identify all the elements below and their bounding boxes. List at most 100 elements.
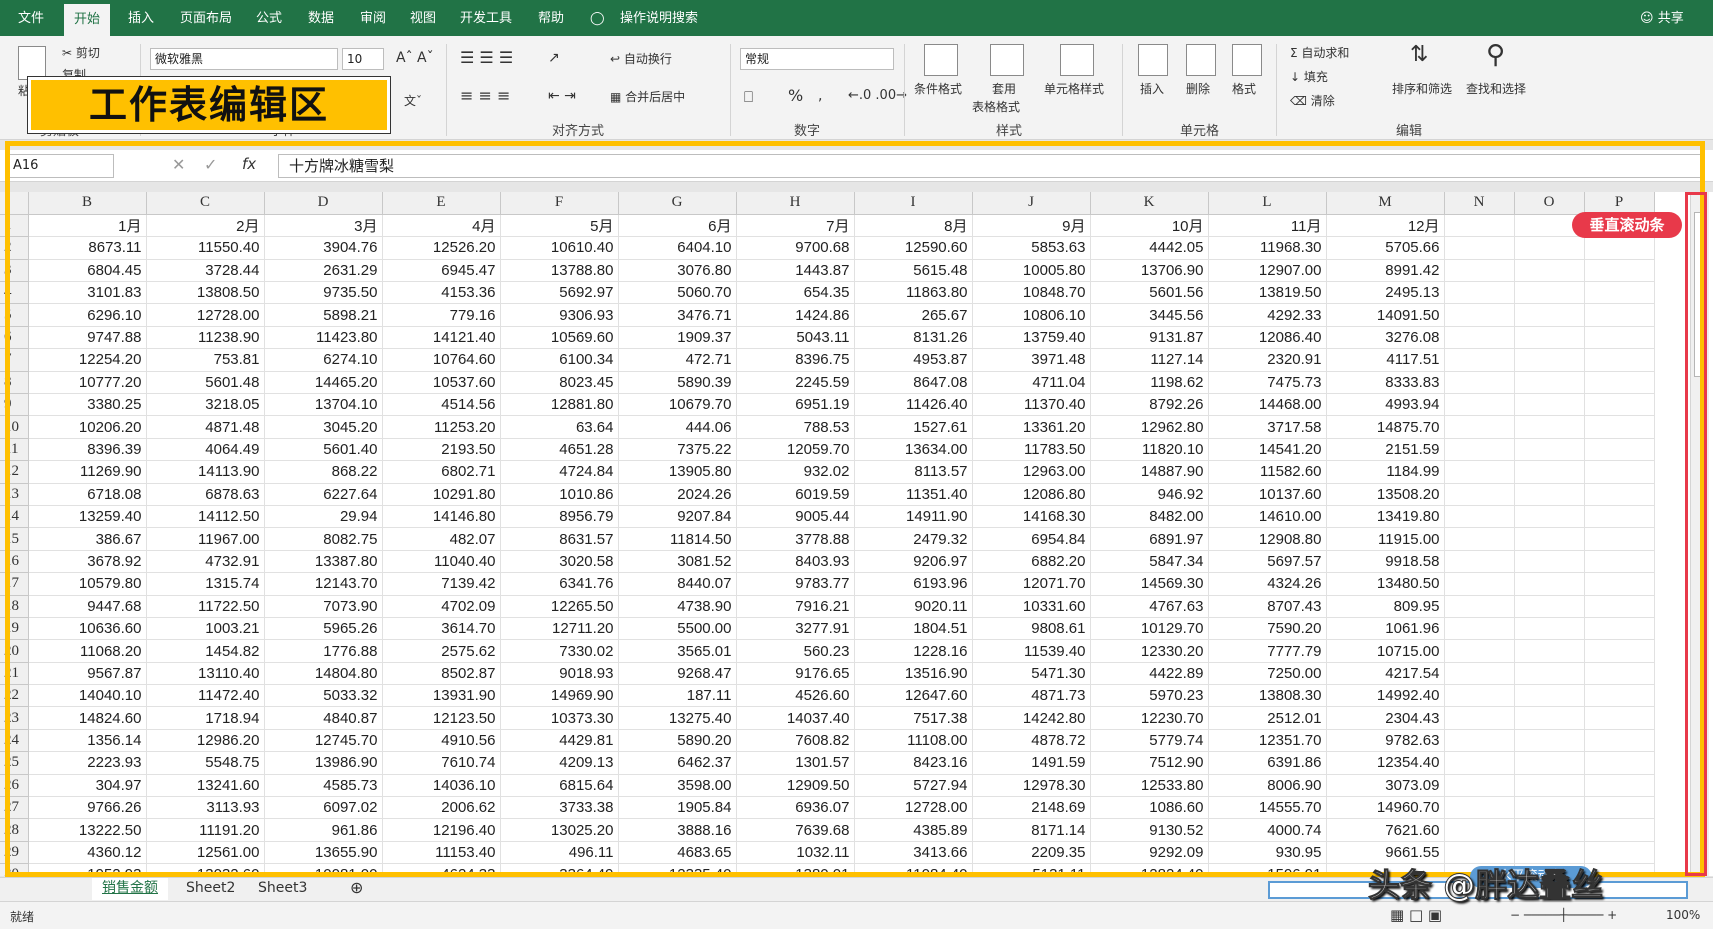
cell[interactable]: 10137.60 — [1208, 483, 1327, 506]
cell[interactable]: 8月 — [854, 214, 973, 238]
cell[interactable] — [1584, 662, 1655, 686]
row-header[interactable]: 3 — [0, 259, 29, 283]
column-header[interactable]: G — [618, 192, 737, 215]
cell[interactable]: 11783.50 — [972, 438, 1091, 462]
cell[interactable]: 1596.91 — [1208, 863, 1327, 876]
cell[interactable]: 3445.56 — [1090, 303, 1209, 327]
tab-home[interactable]: 开始 — [64, 4, 111, 36]
cell[interactable]: 11968.30 — [1208, 236, 1327, 260]
cell[interactable] — [1514, 595, 1585, 618]
row-header[interactable]: 25 — [0, 751, 29, 775]
cell[interactable]: 1003.21 — [146, 617, 265, 641]
cell[interactable]: 4385.89 — [854, 818, 973, 842]
zoom-slider[interactable]: − ─────┼───── + — [1510, 908, 1617, 922]
cell[interactable]: 14168.30 — [972, 505, 1091, 529]
cell[interactable]: 13516.90 — [854, 662, 973, 686]
cell[interactable]: 8023.45 — [500, 371, 619, 395]
cell[interactable] — [1514, 415, 1585, 439]
cell[interactable]: 8396.39 — [28, 438, 147, 462]
cell[interactable]: 8333.83 — [1326, 371, 1445, 395]
cell[interactable]: 3113.93 — [146, 796, 265, 820]
cell[interactable]: 4153.36 — [382, 281, 501, 305]
cell[interactable]: 13508.20 — [1326, 483, 1445, 506]
cell[interactable]: 12963.00 — [972, 460, 1091, 484]
cell[interactable] — [1444, 326, 1515, 350]
cell[interactable]: 2006.62 — [382, 796, 501, 820]
cell[interactable]: 12711.20 — [500, 617, 619, 641]
cell[interactable]: 1804.51 — [854, 617, 973, 641]
cell[interactable]: 8991.42 — [1326, 259, 1445, 283]
cell[interactable]: 6227.64 — [264, 483, 383, 506]
cell[interactable] — [1444, 662, 1515, 686]
cell[interactable] — [1514, 393, 1585, 417]
cell[interactable]: 7621.60 — [1326, 818, 1445, 842]
cell[interactable]: 13819.50 — [1208, 281, 1327, 305]
cell[interactable]: 5月 — [500, 214, 619, 238]
cell[interactable]: 5060.70 — [618, 281, 737, 305]
decimal-icon[interactable]: ←.0 .00→ — [848, 88, 907, 103]
column-header[interactable]: L — [1208, 192, 1327, 215]
tab-page-layout[interactable]: 页面布局 — [180, 0, 232, 36]
cell[interactable] — [1444, 729, 1515, 753]
cell[interactable]: 5970.23 — [1090, 684, 1209, 708]
cell[interactable]: 3276.08 — [1326, 326, 1445, 350]
cell[interactable]: 6718.08 — [28, 483, 147, 506]
cell[interactable]: 5131.11 — [972, 863, 1091, 876]
cell[interactable]: 4292.33 — [1208, 303, 1327, 327]
cell[interactable]: 10291.80 — [382, 483, 501, 506]
cell[interactable]: 13419.80 — [1326, 505, 1445, 529]
cell[interactable]: 10777.20 — [28, 371, 147, 395]
cell[interactable]: 14036.10 — [382, 774, 501, 798]
cell[interactable]: 13759.40 — [972, 326, 1091, 350]
cell[interactable]: 4683.65 — [618, 841, 737, 865]
cell[interactable]: 12824.40 — [1090, 863, 1209, 876]
vertical-scrollbar[interactable] — [1690, 192, 1709, 876]
cell[interactable] — [1584, 348, 1655, 372]
cell[interactable]: 5471.30 — [972, 662, 1091, 686]
cell[interactable]: 4910.56 — [382, 729, 501, 753]
cell[interactable]: 9130.52 — [1090, 818, 1209, 842]
cell[interactable]: 8131.26 — [854, 326, 973, 350]
cell[interactable]: 386.67 — [28, 527, 147, 551]
cell[interactable]: 9700.68 — [736, 236, 855, 260]
cell[interactable]: 444.06 — [618, 415, 737, 439]
cell[interactable]: 7073.90 — [264, 595, 383, 618]
cell[interactable]: 8403.93 — [736, 550, 855, 574]
cell[interactable]: 6802.71 — [382, 460, 501, 484]
cell[interactable]: 8792.26 — [1090, 393, 1209, 417]
cell[interactable]: 9268.47 — [618, 662, 737, 686]
font-name-dropdown[interactable]: 微软雅黑 — [150, 48, 338, 70]
cell[interactable]: 5890.39 — [618, 371, 737, 395]
cell[interactable]: 10081.00 — [264, 863, 383, 876]
cell[interactable]: 8423.16 — [854, 751, 973, 775]
cell[interactable]: 2495.13 — [1326, 281, 1445, 305]
cell[interactable]: 10764.60 — [382, 348, 501, 372]
row-header[interactable]: 9 — [0, 393, 29, 417]
cell[interactable]: 2024.26 — [618, 483, 737, 506]
cell[interactable]: 10579.80 — [28, 572, 147, 596]
cell[interactable]: 3101.83 — [28, 281, 147, 305]
cut-button[interactable]: ✂ 剪切 — [62, 44, 100, 61]
cell[interactable]: 6097.02 — [264, 796, 383, 820]
cell[interactable]: 12071.70 — [972, 572, 1091, 596]
cell[interactable]: 3020.58 — [500, 550, 619, 574]
cell[interactable]: 187.11 — [618, 684, 737, 708]
cell[interactable]: 2575.62 — [382, 639, 501, 663]
cell[interactable]: 3717.58 — [1208, 415, 1327, 439]
cell[interactable]: 11153.40 — [382, 841, 501, 865]
cell[interactable]: 12086.80 — [972, 483, 1091, 506]
cell[interactable]: 14113.90 — [146, 460, 265, 484]
clear-button[interactable]: ⌫ 清除 — [1290, 92, 1335, 109]
column-header[interactable]: F — [500, 192, 619, 215]
cell[interactable]: 9176.65 — [736, 662, 855, 686]
cell[interactable]: 9005.44 — [736, 505, 855, 529]
cell[interactable] — [1584, 706, 1655, 730]
cell[interactable]: 1443.87 — [736, 259, 855, 283]
cell[interactable]: 12330.20 — [1090, 639, 1209, 663]
cell[interactable]: 1424.86 — [736, 303, 855, 327]
cell[interactable]: 13986.90 — [264, 751, 383, 775]
cell[interactable] — [1444, 415, 1515, 439]
row-header[interactable]: 5 — [0, 303, 29, 327]
cell[interactable]: 3045.20 — [264, 415, 383, 439]
cell[interactable]: 3081.52 — [618, 550, 737, 574]
